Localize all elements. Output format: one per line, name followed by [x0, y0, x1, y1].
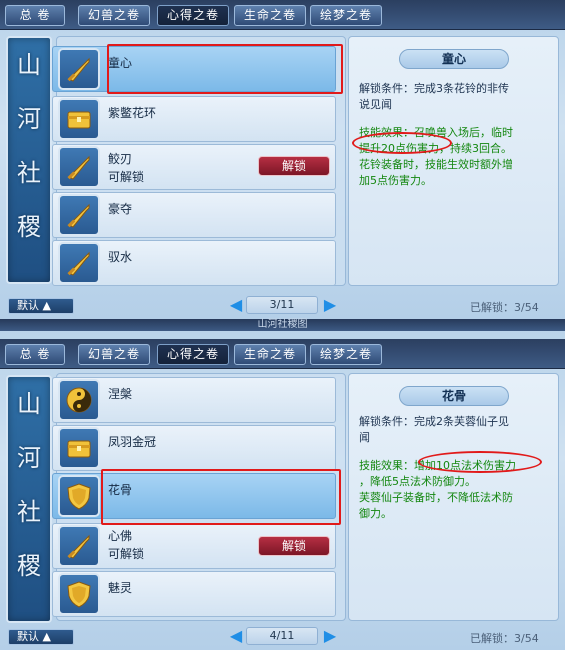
tab-insight[interactable]: 心得之卷 [157, 5, 229, 26]
detail-title: 童心 [399, 49, 509, 69]
sidebar-char: 河 [17, 105, 41, 133]
chest-icon [58, 427, 100, 469]
item-status: 可解锁 [108, 547, 145, 561]
scroll-panel-bottom: 总 卷 幻兽之卷 心得之卷 生命之卷 绘梦之卷 山 河 社 稷 涅槃 凤羽金冠 … [0, 331, 565, 650]
tab-beast[interactable]: 幻兽之卷 [78, 344, 150, 365]
chest-icon [58, 98, 100, 140]
sword-icon [58, 194, 100, 236]
sword-icon [58, 146, 100, 188]
unlock-condition: 闻 [359, 431, 370, 444]
scroll-panel-top: 总 卷 幻兽之卷 心得之卷 生命之卷 绘梦之卷 山 河 社 稷 童心 紫鳖花环 … [0, 0, 565, 319]
item-name: 豪夺 [108, 202, 133, 216]
sidebar-char: 社 [17, 159, 41, 187]
sidebar-char: 山 [17, 51, 41, 79]
divider-title: 山河社稷图 [0, 319, 565, 331]
next-page-icon[interactable]: ▶ [322, 628, 338, 644]
detail-title: 花骨 [399, 386, 509, 406]
tab-dream[interactable]: 绘梦之卷 [310, 344, 382, 365]
shield-icon [58, 573, 100, 615]
page-indicator: 4/11 [246, 627, 318, 645]
unlock-condition: 解锁条件：完成3条花铃的非传 [359, 82, 509, 95]
highlight-ellipse [352, 132, 452, 154]
prev-page-icon[interactable]: ◀ [228, 297, 244, 313]
detail-panel: 童心 解锁条件：完成3条花铃的非传 说见闻 技能效果：召唤兽入场后，临时 提升2… [348, 36, 559, 286]
skill-effect: 芙蓉仙子装备时，不降低法术防 [359, 491, 513, 504]
item-name: 紫鳖花环 [108, 106, 157, 120]
tab-beast[interactable]: 幻兽之卷 [78, 5, 150, 26]
item-name: 凤羽金冠 [108, 435, 157, 449]
tab-all[interactable]: 总 卷 [5, 5, 65, 26]
item-name: 涅槃 [108, 387, 133, 401]
tab-bar: 总 卷 幻兽之卷 心得之卷 生命之卷 绘梦之卷 [0, 0, 565, 30]
unlock-button[interactable]: 解锁 [258, 536, 330, 556]
item-name: 驭水 [108, 250, 133, 264]
sword-icon [58, 525, 100, 567]
sidebar-banner: 山 河 社 稷 [6, 36, 52, 284]
tab-dream[interactable]: 绘梦之卷 [310, 5, 382, 26]
prev-page-icon[interactable]: ◀ [228, 628, 244, 644]
detail-panel: 花骨 解锁条件：完成2条芙蓉仙子见 闻 技能效果：增加10点法术伤害力 ，降低5… [348, 373, 559, 621]
item-name: 心佛 [108, 529, 133, 543]
sidebar-banner: 山 河 社 稷 [6, 375, 52, 623]
highlight-box [107, 44, 343, 94]
sidebar-char: 山 [17, 390, 41, 418]
unlocked-count: 已解锁：3/54 [470, 301, 539, 314]
tab-insight[interactable]: 心得之卷 [157, 344, 229, 365]
tab-life[interactable]: 生命之卷 [234, 344, 306, 365]
unlocked-count: 已解锁：3/54 [470, 632, 539, 645]
item-name: 魅灵 [108, 581, 133, 595]
sword-icon [58, 242, 100, 284]
sidebar-char: 社 [17, 498, 41, 526]
sword-icon [58, 48, 100, 90]
sidebar-char: 稷 [17, 213, 41, 241]
sidebar-char: 稷 [17, 552, 41, 580]
unlock-condition: 解锁条件：完成2条芙蓉仙子见 [359, 415, 509, 428]
unlock-button[interactable]: 解锁 [258, 156, 330, 176]
skill-effect: 花铃装备时，技能生效时额外增 [359, 158, 513, 171]
yin-yang-icon [58, 379, 100, 421]
tab-life[interactable]: 生命之卷 [234, 5, 306, 26]
skill-effect: ，降低5点法术防御力。 [359, 475, 476, 488]
sidebar-char: 河 [17, 444, 41, 472]
item-name: 鲛刃 [108, 152, 133, 166]
sort-default-dropdown[interactable]: 默认 ▲ [8, 298, 74, 314]
highlight-box [101, 469, 341, 525]
sort-default-dropdown[interactable]: 默认 ▲ [8, 629, 74, 645]
next-page-icon[interactable]: ▶ [322, 297, 338, 313]
tab-bar: 总 卷 幻兽之卷 心得之卷 生命之卷 绘梦之卷 [0, 339, 565, 369]
highlight-ellipse [418, 451, 542, 473]
skill-effect: 加5点伤害力。 [359, 174, 432, 187]
unlock-condition: 说见闻 [359, 98, 392, 111]
tab-all[interactable]: 总 卷 [5, 344, 65, 365]
shield-icon [58, 475, 100, 517]
item-status: 可解锁 [108, 170, 145, 184]
page-indicator: 3/11 [246, 296, 318, 314]
skill-effect: 御力。 [359, 507, 392, 520]
